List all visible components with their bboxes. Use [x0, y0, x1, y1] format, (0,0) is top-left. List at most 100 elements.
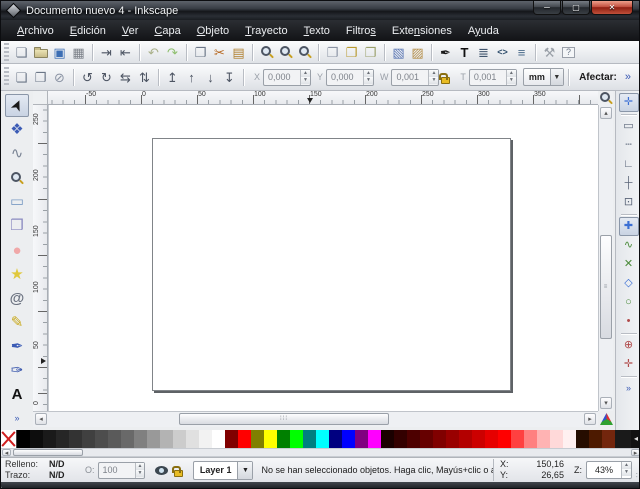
window-resize-grip[interactable]: ∷: [636, 471, 640, 482]
color-swatch[interactable]: [199, 430, 212, 448]
zoom-page-button[interactable]: [295, 43, 314, 62]
vertical-scrollbar[interactable]: ▴ ≡ ▾: [598, 105, 613, 411]
menu-ver[interactable]: Ver: [114, 23, 147, 39]
color-swatch[interactable]: [368, 430, 381, 448]
tool-bezier-pen[interactable]: ✒: [5, 335, 29, 358]
spinner-arrows[interactable]: ▲▼: [506, 70, 516, 85]
close-button[interactable]: ✕: [591, 1, 633, 15]
horizontal-scrollbar[interactable]: ◂ ⁞⁞⁞ ▸: [33, 411, 598, 427]
toolbox-overflow[interactable]: »: [5, 407, 29, 430]
vertical-ruler[interactable]: 250200150100500: [33, 105, 48, 411]
fill-stroke-dialog-button[interactable]: ✒: [436, 43, 455, 62]
snap-paths-button[interactable]: ∿: [619, 236, 639, 255]
select-all-button[interactable]: ❏: [12, 68, 31, 87]
color-swatch[interactable]: [602, 430, 615, 448]
color-swatch[interactable]: [433, 430, 446, 448]
snap-nodes-button[interactable]: ✚: [619, 217, 639, 236]
raise-to-top-button[interactable]: ↥: [163, 68, 182, 87]
snap-bbox-centers-button[interactable]: ⊡: [619, 193, 639, 212]
snap-cusp-nodes-button[interactable]: ◇: [619, 274, 639, 293]
vertical-scroll-thumb[interactable]: ≡: [600, 235, 612, 339]
menu-ayuda[interactable]: Ayuda: [460, 23, 507, 39]
menu-filtros[interactable]: Filtros: [338, 23, 384, 39]
field-t-spinner[interactable]: 0,001▲▼: [469, 69, 517, 86]
color-swatch[interactable]: [290, 430, 303, 448]
flip-vertical-button[interactable]: ⇅: [135, 68, 154, 87]
snap-midpoints-button[interactable]: •: [619, 312, 639, 331]
color-swatch[interactable]: [329, 430, 342, 448]
color-swatch[interactable]: [108, 430, 121, 448]
tool-spiral[interactable]: @: [5, 287, 29, 310]
preferences-button[interactable]: ⚒: [540, 43, 559, 62]
palette-scrollbar[interactable]: ◂ ▸: [1, 448, 640, 457]
create-clone-button[interactable]: ❐: [342, 43, 361, 62]
color-swatch[interactable]: [342, 430, 355, 448]
import-button[interactable]: ⇥: [97, 43, 116, 62]
color-swatch[interactable]: [381, 430, 394, 448]
tool-controls-overflow[interactable]: »: [625, 71, 631, 83]
snap-bbox-button[interactable]: ▭: [619, 117, 639, 136]
color-swatch[interactable]: [537, 430, 550, 448]
rotate-ccw-button[interactable]: ↺: [78, 68, 97, 87]
menu-extensiones[interactable]: Extensiones: [384, 23, 460, 39]
toolbar-grip[interactable]: [4, 43, 9, 61]
tool-tweak[interactable]: ∿: [5, 142, 29, 165]
horizontal-scroll-thumb[interactable]: ⁞⁞⁞: [179, 413, 389, 425]
opacity-spinner[interactable]: 100 ▲▼: [98, 462, 146, 479]
color-swatch[interactable]: [394, 430, 407, 448]
layer-lock-icon[interactable]: [174, 470, 183, 477]
color-swatch[interactable]: [264, 430, 277, 448]
color-swatch[interactable]: [82, 430, 95, 448]
color-swatch[interactable]: [446, 430, 459, 448]
scroll-down-button[interactable]: ▾: [600, 397, 612, 409]
export-button[interactable]: ⇤: [116, 43, 135, 62]
redo-button[interactable]: ↷: [163, 43, 182, 62]
deselect-button[interactable]: ⊘: [50, 68, 69, 87]
snap-bbox-corners-button[interactable]: ∟: [619, 155, 639, 174]
lower-to-bottom-button[interactable]: ↧: [220, 68, 239, 87]
color-swatch[interactable]: [459, 430, 472, 448]
xml-editor-button[interactable]: <>: [493, 43, 512, 62]
color-swatch[interactable]: [186, 430, 199, 448]
scroll-up-button[interactable]: ▴: [600, 107, 612, 119]
zoom-drawing-button[interactable]: [276, 43, 295, 62]
menu-archivo[interactable]: Archivo: [9, 23, 62, 39]
swatch-none[interactable]: [1, 430, 17, 448]
horizontal-ruler[interactable]: -50050100150200250300350: [48, 91, 598, 105]
color-swatch[interactable]: [173, 430, 186, 448]
tool-text[interactable]: A: [5, 383, 29, 406]
layers-dialog-button[interactable]: ≣: [474, 43, 493, 62]
scroll-right-button[interactable]: ▸: [584, 413, 596, 425]
spinner-arrows[interactable]: ▲▼: [621, 462, 631, 478]
color-swatch[interactable]: [277, 430, 290, 448]
color-swatch[interactable]: [420, 430, 433, 448]
color-swatch[interactable]: [30, 430, 43, 448]
snap-bbox-edges-button[interactable]: ┄: [619, 136, 639, 155]
snap-bbox-edge-midpoints-button[interactable]: ┼: [619, 174, 639, 193]
lower-button[interactable]: ↓: [201, 68, 220, 87]
snap-enable-button[interactable]: ✛: [619, 93, 639, 112]
field-x-spinner[interactable]: 0,000▲▼: [263, 69, 311, 86]
duplicate-button[interactable]: ❐: [323, 43, 342, 62]
tool-ellipse[interactable]: ●: [5, 238, 29, 261]
color-swatch[interactable]: [121, 430, 134, 448]
color-swatch[interactable]: [303, 430, 316, 448]
color-swatch[interactable]: [498, 430, 511, 448]
ruler-corner-zoom-icon[interactable]: [598, 91, 613, 105]
menu-trayecto[interactable]: Trayecto: [237, 23, 295, 39]
ungroup-button[interactable]: ▨: [408, 43, 427, 62]
field-y-spinner[interactable]: 0,000▲▼: [326, 69, 374, 86]
open-document-button[interactable]: [31, 43, 50, 62]
text-dialog-button[interactable]: T: [455, 43, 474, 62]
zoom-selection-button[interactable]: [257, 43, 276, 62]
group-button[interactable]: ▧: [389, 43, 408, 62]
tool-selector[interactable]: ➤: [5, 94, 29, 117]
color-swatch[interactable]: [56, 430, 69, 448]
fill-stroke-indicator[interactable]: Relleno: N/D Trazo: N/D: [5, 459, 79, 481]
rotate-cw-button[interactable]: ↻: [97, 68, 116, 87]
color-swatch[interactable]: [69, 430, 82, 448]
color-swatch[interactable]: [589, 430, 602, 448]
color-swatch[interactable]: [316, 430, 329, 448]
menu-objeto[interactable]: Objeto: [189, 23, 237, 39]
snap-rotation-centers-button[interactable]: ✛: [619, 355, 639, 374]
